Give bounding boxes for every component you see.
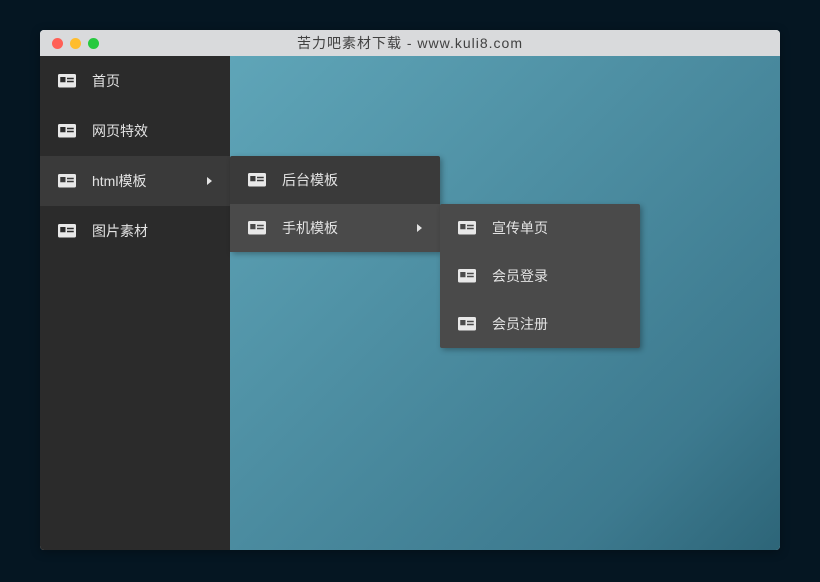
submenu2-item-label: 会员注册 xyxy=(492,314,622,334)
submenu-html-templates: 后台模板 手机模板 xyxy=(230,156,440,252)
window-title: 苦力吧素材下载 - www.kuli8.com xyxy=(40,33,780,53)
titlebar: 苦力吧素材下载 - www.kuli8.com xyxy=(40,30,780,56)
card-icon xyxy=(248,173,266,187)
sidebar-item-label: 网页特效 xyxy=(92,121,212,141)
sidebar-item-effects[interactable]: 网页特效 xyxy=(40,106,230,156)
sidebar-item-home[interactable]: 首页 xyxy=(40,56,230,106)
card-icon xyxy=(248,221,266,235)
chevron-right-icon xyxy=(207,177,212,185)
sidebar-item-images[interactable]: 图片素材 xyxy=(40,206,230,256)
submenu-mobile-templates: 宣传单页 会员登录 xyxy=(440,204,640,348)
submenu2-item-flyer[interactable]: 宣传单页 xyxy=(440,204,640,252)
main-menu: 首页 网页特效 html模板 xyxy=(40,56,230,256)
sidebar-item-html-templates[interactable]: html模板 后台模板 手机模板 xyxy=(40,156,230,206)
submenu2-item-login[interactable]: 会员登录 xyxy=(440,252,640,300)
card-icon xyxy=(58,74,76,88)
card-icon xyxy=(58,124,76,138)
submenu2-item-register[interactable]: 会员注册 xyxy=(440,300,640,348)
sidebar: 首页 网页特效 html模板 xyxy=(40,56,230,550)
submenu-item-label: 后台模板 xyxy=(282,170,422,190)
sidebar-item-label: 首页 xyxy=(92,71,212,91)
card-icon xyxy=(458,221,476,235)
workspace: 首页 网页特效 html模板 xyxy=(40,56,780,550)
card-icon xyxy=(58,174,76,188)
sidebar-item-label: html模板 xyxy=(92,171,207,191)
submenu-item-mobile[interactable]: 手机模板 宣传单页 xyxy=(230,204,440,252)
sidebar-item-label: 图片素材 xyxy=(92,221,212,241)
card-icon xyxy=(458,317,476,331)
submenu2-item-label: 会员登录 xyxy=(492,266,622,286)
submenu2-item-label: 宣传单页 xyxy=(492,218,622,238)
browser-window: 苦力吧素材下载 - www.kuli8.com 首页 网页特效 xyxy=(40,30,780,550)
chevron-right-icon xyxy=(417,224,422,232)
submenu-item-label: 手机模板 xyxy=(282,218,417,238)
card-icon xyxy=(458,269,476,283)
card-icon xyxy=(58,224,76,238)
submenu-item-backend[interactable]: 后台模板 xyxy=(230,156,440,204)
